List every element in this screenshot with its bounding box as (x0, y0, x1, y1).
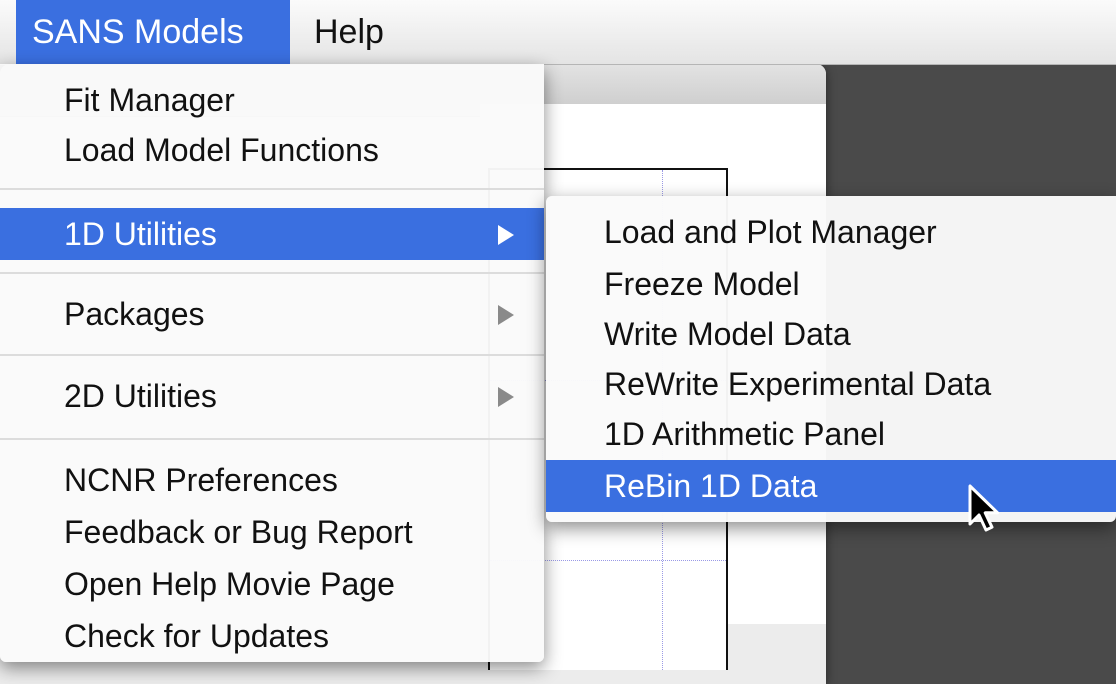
submenu-item-write-model-data[interactable]: Write Model Data (546, 308, 1116, 360)
triangle-right-icon (498, 387, 514, 407)
1d-utilities-submenu: Load and Plot Manager Freeze Model Write… (546, 196, 1116, 522)
menu-item-1d-utilities[interactable]: 1D Utilities (0, 208, 544, 260)
submenu-item-freeze-model[interactable]: Freeze Model (546, 258, 1116, 310)
menu-separator (0, 272, 544, 274)
submenu-item-rebin-1d-data[interactable]: ReBin 1D Data (546, 460, 1116, 512)
menu-bar: SANS Models Help (0, 0, 1116, 65)
menubar-sans-models[interactable]: SANS Models (16, 0, 290, 64)
menu-separator (0, 188, 544, 190)
submenu-item-1d-arithmetic-panel[interactable]: 1D Arithmetic Panel (546, 408, 1116, 460)
menu-item-label: 2D Utilities (64, 378, 217, 414)
submenu-item-load-and-plot-manager[interactable]: Load and Plot Manager (546, 206, 1116, 258)
menu-item-label: Packages (64, 296, 205, 332)
menu-item-fit-manager[interactable]: Fit Manager (0, 74, 544, 126)
menubar-help[interactable]: Help (298, 0, 400, 64)
triangle-right-icon (498, 305, 514, 325)
menu-separator (0, 354, 544, 356)
arrow-cursor-icon (968, 484, 1000, 532)
menu-item-feedback-or-bug-report[interactable]: Feedback or Bug Report (0, 506, 544, 558)
menu-item-2d-utilities[interactable]: 2D Utilities (0, 370, 544, 422)
menu-item-open-help-movie-page[interactable]: Open Help Movie Page (0, 558, 544, 610)
menu-item-check-for-updates[interactable]: Check for Updates (0, 610, 544, 662)
menu-item-label: 1D Utilities (64, 216, 217, 252)
menu-item-load-model-functions[interactable]: Load Model Functions (0, 124, 544, 176)
menu-item-ncnr-preferences[interactable]: NCNR Preferences (0, 454, 544, 506)
menu-item-packages[interactable]: Packages (0, 288, 544, 340)
triangle-right-icon (498, 225, 514, 245)
menu-separator (0, 438, 544, 440)
sans-models-menu: Fit Manager Load Model Functions 1D Util… (0, 64, 544, 662)
submenu-item-rewrite-experimental-data[interactable]: ReWrite Experimental Data (546, 358, 1116, 410)
